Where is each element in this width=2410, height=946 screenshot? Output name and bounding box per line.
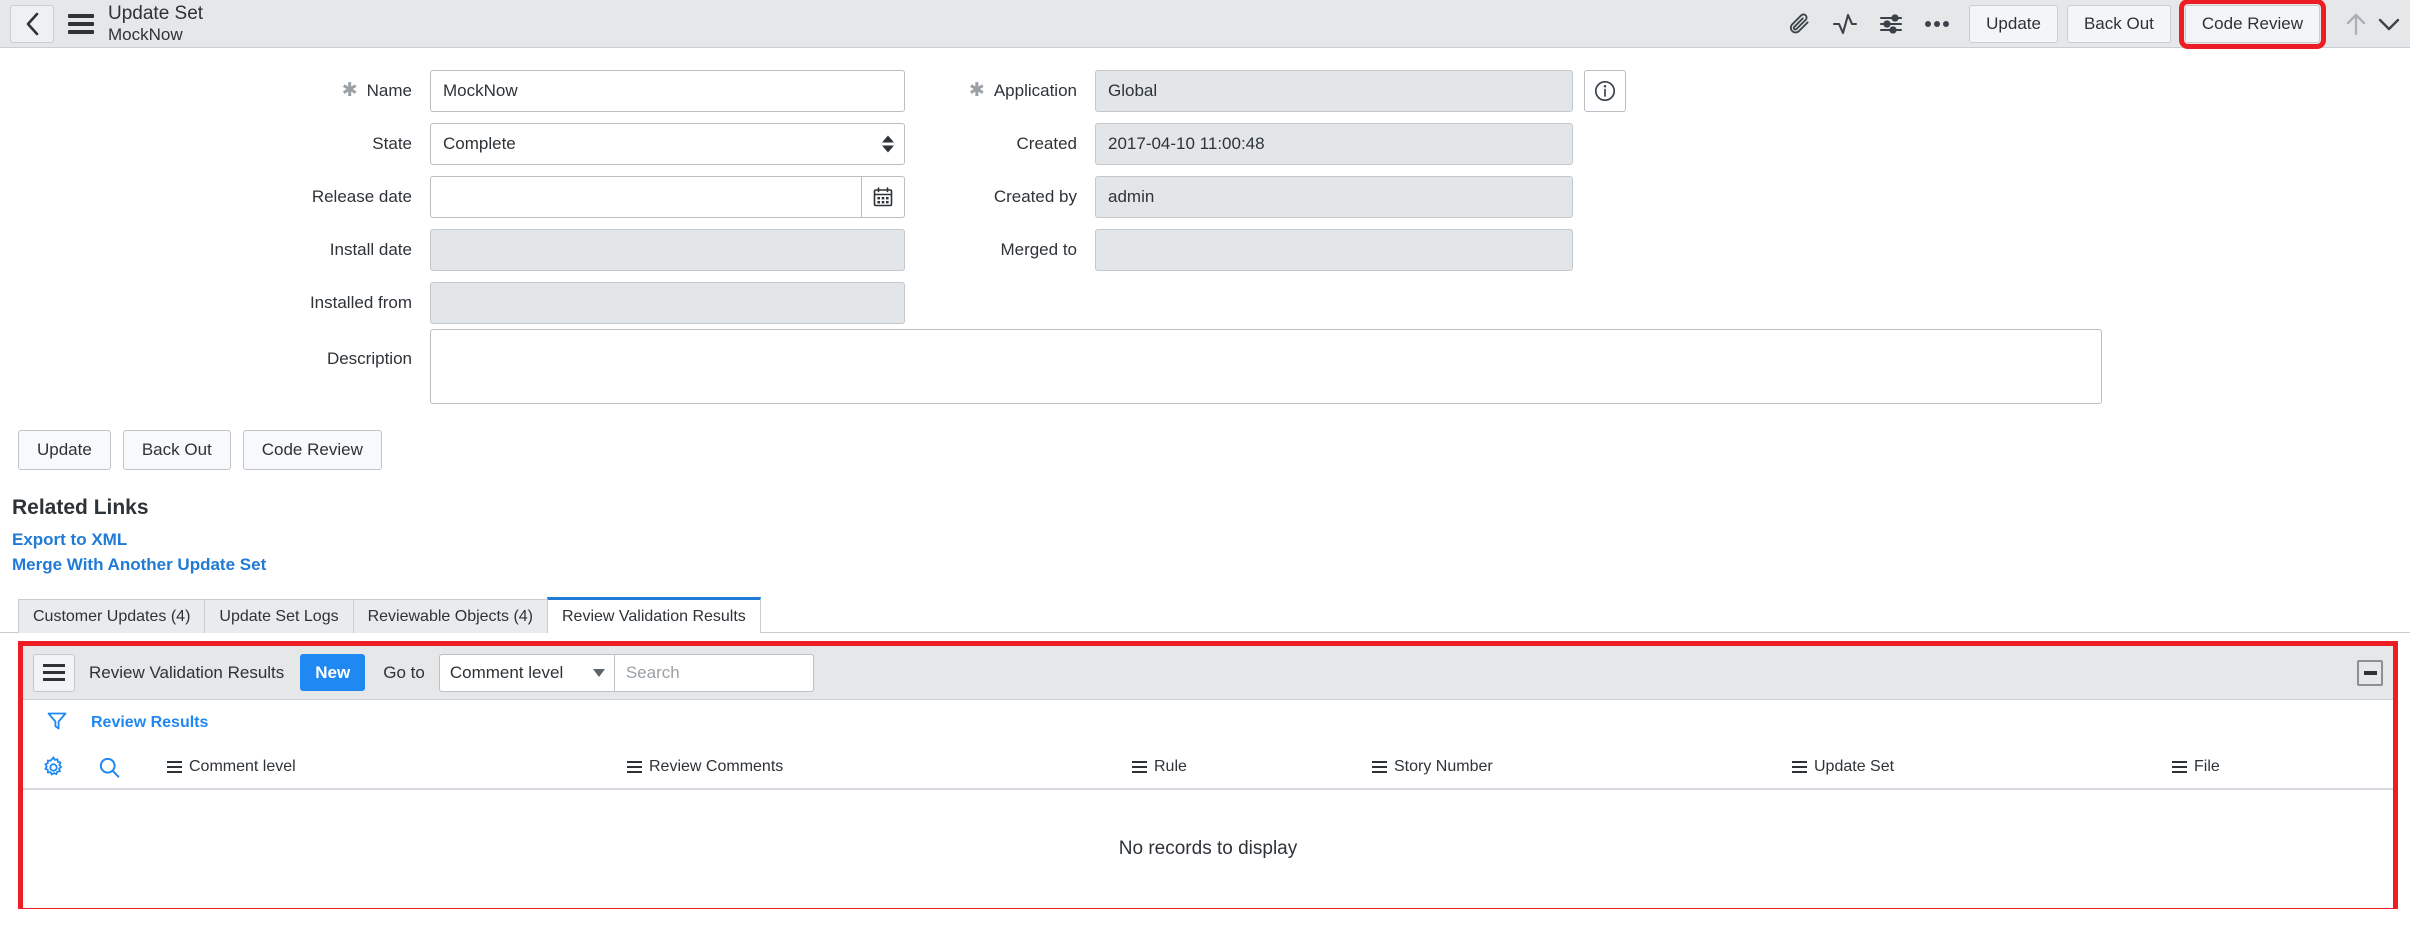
chevron-left-icon bbox=[26, 12, 38, 35]
gear-icon[interactable] bbox=[41, 755, 97, 780]
column-header-update-set[interactable]: Update Set bbox=[1792, 758, 2172, 776]
code-review-button[interactable]: Code Review bbox=[242, 430, 382, 470]
header-update-button[interactable]: Update bbox=[1969, 4, 2058, 43]
created-input[interactable] bbox=[1095, 122, 1573, 165]
list-menu-icon[interactable] bbox=[33, 653, 75, 692]
record-name: MockNow bbox=[108, 24, 183, 44]
created-by-label: Created by bbox=[993, 186, 1077, 206]
mandatory-star-icon: ✱ bbox=[968, 80, 985, 101]
column-menu-icon bbox=[627, 760, 642, 774]
install-date-label: Install date bbox=[329, 239, 412, 259]
column-menu-icon bbox=[167, 760, 182, 774]
goto-group: Comment level bbox=[438, 653, 814, 692]
name-input[interactable] bbox=[430, 69, 905, 112]
install-date-field-wrap bbox=[430, 223, 910, 276]
hamburger-icon[interactable] bbox=[68, 13, 94, 34]
personalize-form-icon[interactable] bbox=[1868, 4, 1914, 44]
created-field-wrap bbox=[1095, 117, 2270, 170]
header-back-out-button[interactable]: Back Out bbox=[2066, 4, 2171, 43]
column-menu-icon bbox=[1132, 760, 1147, 774]
export-to-xml-link[interactable]: Export to XML bbox=[12, 527, 2410, 552]
installed-from-field-wrap bbox=[430, 276, 910, 329]
funnel-icon[interactable] bbox=[45, 709, 69, 738]
tab-update-set-logs[interactable]: Update Set Logs bbox=[204, 599, 354, 633]
state-field-wrap: Complete bbox=[430, 117, 910, 170]
installed-from-input[interactable] bbox=[430, 281, 905, 324]
header-actions: Update Back Out Code Review bbox=[1776, 0, 2400, 49]
related-links-title: Related Links bbox=[12, 496, 149, 519]
tab-reviewable-objects[interactable]: Reviewable Objects (4) bbox=[352, 599, 548, 633]
list-header-bar: Review Validation Results New Go to Comm… bbox=[23, 646, 2393, 700]
review-validation-results-list: Review Validation Results New Go to Comm… bbox=[18, 641, 2398, 909]
mandatory-star-icon: ✱ bbox=[341, 80, 358, 101]
new-button[interactable]: New bbox=[300, 654, 366, 691]
column-menu-icon bbox=[1792, 760, 1807, 774]
search-input[interactable] bbox=[613, 653, 814, 692]
breadcrumb-review-results[interactable]: Review Results bbox=[91, 714, 208, 732]
state-label: State bbox=[372, 133, 412, 153]
related-lists-tabs: Customer Updates (4) Update Set Logs Rev… bbox=[0, 577, 2410, 633]
state-select[interactable]: Complete bbox=[430, 122, 905, 165]
installed-from-label: Installed from bbox=[309, 292, 412, 312]
merged-to-field-wrap bbox=[1095, 223, 2270, 276]
column-header-story-number[interactable]: Story Number bbox=[1372, 758, 1792, 776]
back-button[interactable] bbox=[10, 4, 54, 43]
list-breadcrumb: Review Results bbox=[23, 700, 2393, 746]
column-menu-icon bbox=[2172, 760, 2187, 774]
column-header-comment-level[interactable]: Comment level bbox=[167, 758, 627, 776]
name-label: ✱ Name bbox=[341, 80, 412, 101]
description-field-wrap bbox=[430, 329, 2410, 404]
goto-field-value: Comment level bbox=[449, 662, 564, 682]
empty-state-message: No records to display bbox=[23, 790, 2393, 908]
chevron-down-icon[interactable] bbox=[2378, 4, 2400, 44]
search-icon[interactable] bbox=[97, 755, 167, 780]
application-input[interactable] bbox=[1095, 69, 1573, 112]
goto-label: Go to bbox=[383, 662, 425, 682]
application-label: ✱ Application bbox=[968, 80, 1077, 101]
merge-update-set-link[interactable]: Merge With Another Update Set bbox=[12, 552, 2410, 577]
column-header-rule[interactable]: Rule bbox=[1132, 758, 1372, 776]
record-title-block: Update Set MockNow bbox=[108, 3, 203, 44]
top-header-bar: Update Set MockNow Update Back Out Code … bbox=[0, 0, 2410, 49]
created-by-field-wrap bbox=[1095, 170, 2270, 223]
merged-to-label: Merged to bbox=[1000, 239, 1077, 259]
created-label: Created bbox=[1016, 133, 1077, 153]
header-code-review-button[interactable]: Code Review bbox=[2178, 0, 2327, 49]
related-links-section: Related Links Export to XML Merge With A… bbox=[0, 470, 2410, 577]
name-field-wrap bbox=[430, 64, 910, 117]
collapse-icon[interactable] bbox=[2357, 659, 2383, 686]
column-header-review-comments[interactable]: Review Comments bbox=[627, 758, 1132, 776]
column-header-file[interactable]: File bbox=[2172, 758, 2220, 776]
page-title: Update Set bbox=[108, 2, 204, 24]
goto-field-select[interactable]: Comment level bbox=[438, 653, 614, 692]
release-date-label: Release date bbox=[311, 186, 412, 206]
created-by-input[interactable] bbox=[1095, 175, 1573, 218]
more-options-icon[interactable] bbox=[1914, 4, 1960, 44]
record-form: ✱ Name ✱ Application State Complete bbox=[0, 48, 2410, 404]
info-icon[interactable] bbox=[1584, 69, 1626, 112]
column-menu-icon bbox=[1372, 760, 1387, 774]
release-date-field-wrap bbox=[430, 170, 910, 223]
calendar-icon[interactable] bbox=[862, 175, 905, 218]
form-action-buttons: Update Back Out Code Review bbox=[0, 404, 2410, 470]
description-textarea[interactable] bbox=[430, 329, 2102, 404]
tab-customer-updates[interactable]: Customer Updates (4) bbox=[18, 599, 206, 633]
chevron-down-icon bbox=[592, 668, 605, 677]
application-field-wrap bbox=[1095, 64, 2270, 117]
back-out-button[interactable]: Back Out bbox=[122, 430, 231, 470]
list-column-header: Comment level Review Comments Rule Story… bbox=[23, 746, 2393, 790]
release-date-input[interactable] bbox=[430, 175, 862, 218]
merged-to-input[interactable] bbox=[1095, 228, 1573, 271]
activity-stream-icon[interactable] bbox=[1822, 4, 1868, 44]
arrow-up-icon[interactable] bbox=[2334, 4, 2378, 44]
description-label: Description bbox=[326, 349, 412, 368]
update-button[interactable]: Update bbox=[18, 430, 111, 470]
tab-review-validation-results[interactable]: Review Validation Results bbox=[547, 597, 761, 633]
list-title: Review Validation Results bbox=[89, 662, 285, 682]
install-date-input[interactable] bbox=[430, 228, 905, 271]
attachment-icon[interactable] bbox=[1776, 4, 1822, 44]
